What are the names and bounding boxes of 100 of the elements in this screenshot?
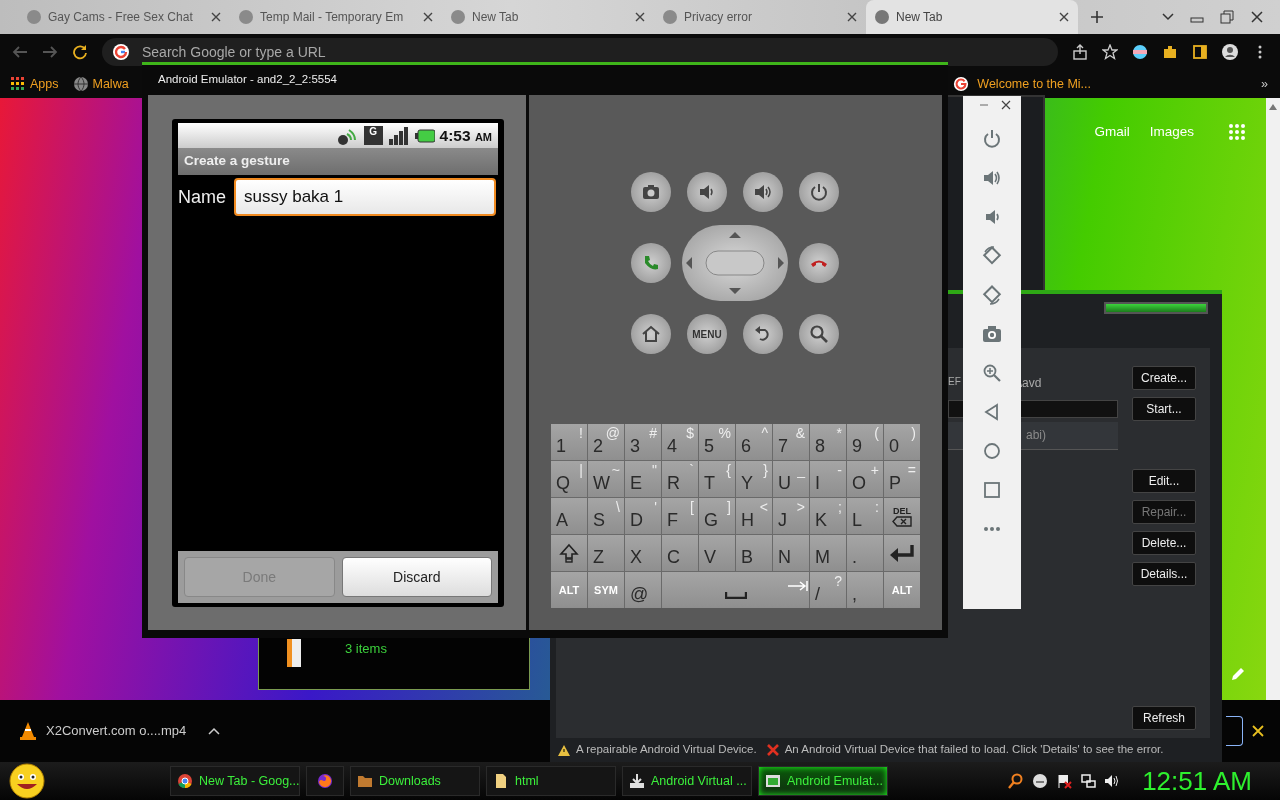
rotate-right-icon[interactable]	[982, 285, 1002, 305]
shift-key[interactable]	[551, 535, 587, 571]
keyboard-key[interactable]: H <	[736, 498, 772, 534]
chevron-down-icon[interactable]	[1162, 13, 1174, 21]
keyboard-key[interactable]: T {	[699, 461, 735, 497]
keyboard-key[interactable]: I -	[810, 461, 846, 497]
end-call-button[interactable]	[799, 243, 839, 283]
keyboard-key[interactable]: 5 %	[699, 424, 735, 460]
keyboard-key[interactable]: Q |	[551, 461, 587, 497]
keyboard-key[interactable]: Y }	[736, 461, 772, 497]
keyboard-key[interactable]: B	[736, 535, 772, 571]
close-icon[interactable]	[634, 11, 646, 23]
taskbar-button[interactable]: html	[486, 766, 616, 796]
keyboard-key[interactable]: G ]	[699, 498, 735, 534]
keyboard-key[interactable]: 3 #	[625, 424, 661, 460]
star-icon[interactable]	[1102, 44, 1118, 60]
network-icon[interactable]	[1080, 773, 1097, 789]
puzzle-icon[interactable]	[1162, 44, 1178, 60]
taskbar-button[interactable]: Downloads	[350, 766, 480, 796]
new-tab-icon[interactable]	[1090, 10, 1104, 24]
keyboard-key[interactable]: F [	[662, 498, 698, 534]
keyboard-key[interactable]: 8 *	[810, 424, 846, 460]
taskbar-button[interactable]: Android Virtual ...	[622, 766, 752, 796]
volume-down-button[interactable]	[687, 172, 727, 212]
close-icon[interactable]	[1058, 11, 1070, 23]
home-circle-icon[interactable]	[982, 441, 1002, 461]
keyboard-key[interactable]: @	[625, 572, 661, 608]
keyboard-key[interactable]: 0 )	[884, 424, 920, 460]
camera-icon[interactable]	[982, 324, 1002, 344]
avd-button[interactable]: Details...	[1132, 562, 1196, 586]
browser-tab[interactable]: Temp Mail - Temporary Em	[230, 0, 442, 34]
keyboard-key[interactable]: 4 $	[662, 424, 698, 460]
bookmark-link[interactable]: Apps	[10, 74, 59, 94]
home-button[interactable]	[631, 314, 671, 354]
smiley-icon[interactable]	[8, 762, 46, 800]
search-icon[interactable]	[1008, 773, 1025, 789]
zoom-in-icon[interactable]	[982, 363, 1002, 383]
keyboard-key[interactable]: E "	[625, 461, 661, 497]
browser-tab[interactable]: New Tab	[866, 0, 1078, 34]
keyboard-key[interactable]: .	[847, 535, 883, 571]
volume-up-icon[interactable]	[982, 168, 1002, 188]
flag-icon[interactable]	[1056, 773, 1073, 789]
flag-circle-icon[interactable]	[1132, 44, 1148, 60]
keyboard-key[interactable]: 2 @	[588, 424, 624, 460]
avd-button[interactable]: Delete...	[1132, 531, 1196, 555]
close-icon[interactable]	[422, 11, 434, 23]
keyboard-key[interactable]: C	[662, 535, 698, 571]
scroll-up-arrow-icon[interactable]	[1269, 104, 1277, 110]
keyboard-key[interactable]: SYM	[588, 572, 624, 608]
sidebar-icon[interactable]	[1192, 44, 1208, 60]
avatar-icon[interactable]	[1222, 44, 1238, 60]
keyboard-key[interactable]: ALT	[884, 572, 920, 608]
share-icon[interactable]	[1072, 44, 1088, 60]
keyboard-key[interactable]: X	[625, 535, 661, 571]
dialog-button[interactable]: Discard	[341, 557, 492, 597]
avd-button[interactable]: Create...	[1132, 366, 1196, 390]
keyboard-key[interactable]: N	[773, 535, 809, 571]
keyboard-key[interactable]: ,	[847, 572, 883, 608]
camera-button[interactable]	[631, 172, 671, 212]
keyboard-key[interactable]: W ~	[588, 461, 624, 497]
download-file-name[interactable]: X2Convert.com o....mp4	[46, 721, 187, 741]
keyboard-key[interactable]: K ;	[810, 498, 846, 534]
keyboard-key[interactable]: S \	[588, 498, 624, 534]
keyboard-key[interactable]: Z	[588, 535, 624, 571]
delete-key[interactable]: DEL	[884, 498, 920, 534]
close-icon[interactable]	[1001, 100, 1011, 110]
keyboard-key[interactable]: L :	[847, 498, 883, 534]
browser-tab[interactable]: New Tab	[442, 0, 654, 34]
power-icon[interactable]	[982, 129, 1002, 149]
keyboard-key[interactable]: 1 !	[551, 424, 587, 460]
keyboard-key[interactable]: M	[810, 535, 846, 571]
forward-arrow-icon[interactable]	[42, 44, 58, 60]
close-icon[interactable]	[210, 11, 222, 23]
keyboard-key[interactable]: ALT	[551, 572, 587, 608]
scrollbar[interactable]	[1266, 98, 1280, 700]
keyboard-key[interactable]: V	[699, 535, 735, 571]
keyboard-key[interactable]: U _	[773, 461, 809, 497]
more-bookmarks-button[interactable]: »	[1261, 74, 1268, 94]
enter-key[interactable]	[884, 535, 920, 571]
name-field[interactable]: sussy baka 1	[234, 178, 496, 216]
taskbar-button[interactable]: Android Emulat...	[758, 766, 888, 796]
taskbar-button[interactable]: New Tab - Goog...	[170, 766, 300, 796]
volume-up-button[interactable]	[743, 172, 783, 212]
search-button[interactable]	[799, 314, 839, 354]
browser-tab[interactable]: Privacy error	[654, 0, 866, 34]
call-button[interactable]	[631, 243, 671, 283]
menu-button[interactable]: MENU	[687, 314, 727, 354]
back-arrow-icon[interactable]	[12, 44, 28, 60]
keyboard-key[interactable]: 7 &	[773, 424, 809, 460]
keyboard-key[interactable]: 6 ^	[736, 424, 772, 460]
close-icon[interactable]	[1250, 10, 1264, 24]
keyboard-key[interactable]: D '	[625, 498, 661, 534]
restore-icon[interactable]	[1220, 10, 1234, 24]
show-all-button[interactable]	[1226, 716, 1243, 746]
keyboard-key[interactable]: O +	[847, 461, 883, 497]
keyboard-key[interactable]: / ?	[810, 572, 846, 608]
keyboard-key[interactable]: P =	[884, 461, 920, 497]
keyboard-key[interactable]: J >	[773, 498, 809, 534]
speaker-icon[interactable]	[1104, 773, 1121, 789]
keyboard-key[interactable]: 9 (	[847, 424, 883, 460]
